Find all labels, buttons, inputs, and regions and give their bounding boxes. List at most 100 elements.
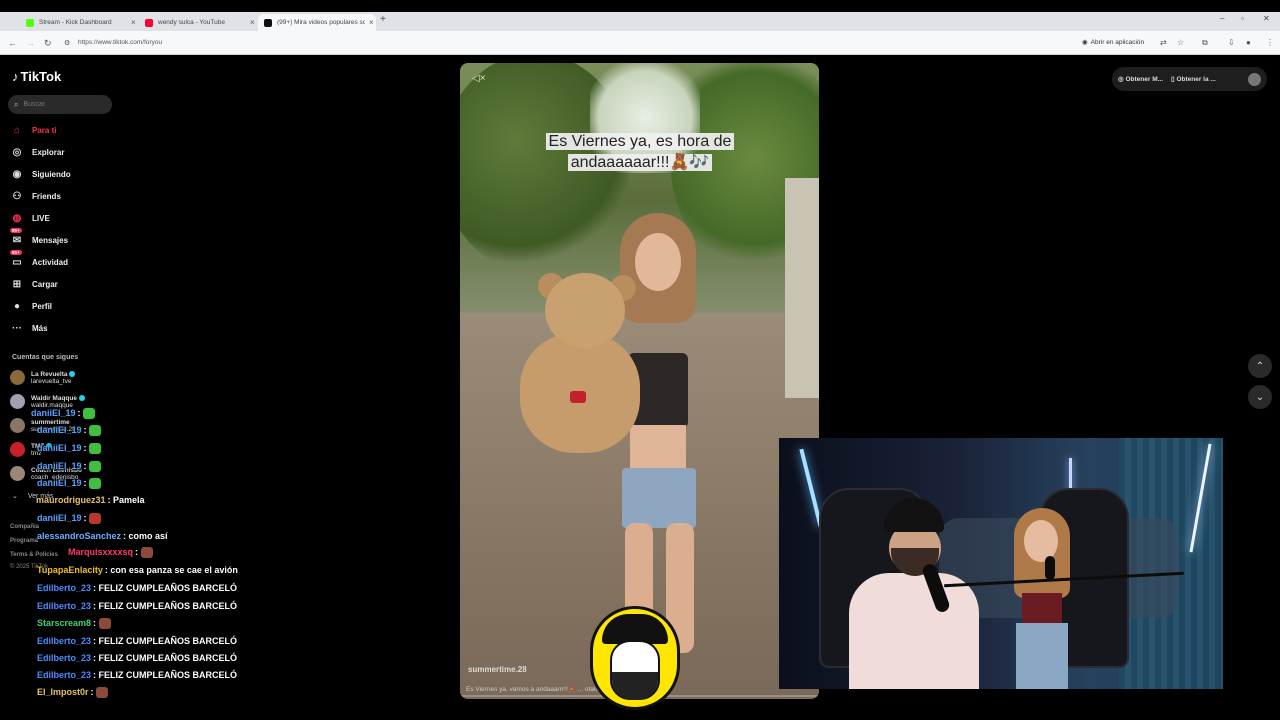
nav-para-ti[interactable]: ⌂ Para ti	[10, 122, 57, 138]
translate-icon[interactable]: ⇄	[1160, 38, 1167, 47]
nav-mensajes[interactable]: ✉ 99+ Mensajes	[10, 228, 68, 248]
followed-account[interactable]: La Revuelta larevuelta_tve	[10, 370, 76, 385]
tab-kick[interactable]: Stream - Kick Dashboard ×	[20, 14, 138, 31]
tab-tiktok[interactable]: (99+) Mira videos populares sobre ×	[258, 14, 376, 31]
followed-account[interactable]: Waldir Maqque waldir.maqque	[10, 394, 85, 409]
previous-video-button[interactable]: ⌃	[1248, 354, 1272, 378]
streamer-logo	[590, 606, 680, 710]
video-username[interactable]: summertime.28	[468, 665, 527, 674]
chat-username[interactable]: daniiEl_19	[31, 408, 76, 418]
minimize-icon[interactable]: –	[1220, 14, 1224, 23]
open-in-app-label: Abrir en aplicación	[1090, 38, 1145, 46]
chat-message: Starscream8:	[37, 618, 111, 630]
chat-username[interactable]: daniiEl_19	[37, 461, 82, 471]
chat-text: FELIZ CUMPLEAÑOS BARCELÓ	[98, 636, 238, 646]
avatar	[10, 442, 25, 457]
footer-link[interactable]: Compañía	[10, 524, 39, 530]
chat-username[interactable]: Starscream8	[37, 618, 91, 628]
footer-link[interactable]: Terms & Policies	[10, 552, 58, 558]
nav-actividad[interactable]: ▭ 99+ Actividad	[10, 250, 69, 270]
chat-username[interactable]: TupapaEnlacity	[37, 565, 103, 575]
next-video-button[interactable]: ⌄	[1248, 385, 1272, 409]
chevron-up-icon: ⌃	[1255, 360, 1265, 372]
tab-youtube[interactable]: wendy sulca - YouTube ×	[139, 14, 257, 31]
chat-text: FELIZ CUMPLEAÑOS BARCELÓ	[98, 583, 238, 593]
chat-username[interactable]: Edilberto_23	[37, 636, 91, 646]
avatar	[10, 370, 25, 385]
chat-username[interactable]: daniiEl_19	[37, 513, 82, 523]
chat-message: El_Impost0r:	[37, 687, 109, 699]
close-icon[interactable]: ×	[369, 18, 374, 27]
site-info-icon[interactable]: ⚙	[64, 39, 70, 47]
search-input[interactable]	[23, 101, 104, 108]
url-field[interactable]: https://www.tiktok.com/foryou	[78, 39, 162, 46]
tiktok-note-icon: ♪	[12, 69, 19, 84]
webcam-overlay	[779, 438, 1223, 689]
chat-text: Pamela	[113, 495, 145, 505]
open-in-app-button[interactable]: ◉ Abrir en aplicación	[1082, 38, 1145, 47]
video-player[interactable]: Es Viernes ya, es hora de andaaaaaar!!!🧸…	[460, 63, 819, 699]
footer-link[interactable]: Programa	[10, 538, 38, 544]
back-icon[interactable]: ←	[8, 38, 17, 48]
following-icon: ◉	[12, 168, 22, 180]
chat-username[interactable]: alessandroSanchez	[37, 531, 121, 541]
chat-username[interactable]: Edilberto_23	[37, 601, 91, 611]
emote-icon	[96, 687, 109, 699]
nav-cargar[interactable]: ⊞ Cargar	[10, 276, 58, 292]
chat-message: daniiEl_19:	[37, 461, 102, 473]
nav-live[interactable]: ◍ LIVE	[10, 210, 50, 226]
avatar	[10, 418, 25, 433]
logo-text: TikTok	[20, 69, 62, 84]
nav-label: Explorar	[32, 147, 65, 157]
nav-perfil[interactable]: ● Perfil	[10, 298, 52, 314]
close-icon[interactable]: ×	[250, 18, 255, 27]
profile-avatar-icon[interactable]: ●	[1246, 38, 1251, 47]
chat-username[interactable]: daniiEl_19	[37, 425, 82, 435]
get-app-button[interactable]: ▯ Obtener la ...	[1171, 75, 1216, 83]
guest	[1004, 508, 1084, 689]
chat-message: daniiEl_19:	[31, 408, 96, 420]
tiktok-logo[interactable]: ♪ TikTok	[12, 69, 61, 84]
downloads-icon[interactable]: ⇩	[1228, 38, 1235, 47]
nav-explorar[interactable]: ◎ Explorar	[10, 144, 65, 160]
chat-message: Marquisxxxxsq:	[68, 547, 153, 559]
nav-friends[interactable]: ⚇ Friends	[10, 188, 61, 204]
nav-mas[interactable]: ··· Más	[10, 320, 48, 336]
close-icon[interactable]: ×	[131, 18, 136, 27]
close-window-icon[interactable]: ✕	[1263, 14, 1270, 23]
menu-kebab-icon[interactable]: ⋮	[1266, 38, 1274, 47]
reload-icon[interactable]: ↻	[44, 38, 52, 49]
chat-username[interactable]: El_Impost0r	[37, 687, 89, 697]
nav-label: Actividad	[32, 257, 69, 267]
nav-siguiendo[interactable]: ◉ Siguiendo	[10, 166, 71, 182]
caption-line: andaaaaaar!!!🧸🎶	[567, 154, 713, 171]
video-caption: Es Viernes ya, es hora de andaaaaaar!!!🧸…	[536, 131, 744, 173]
chat-username[interactable]: Marquisxxxxsq	[68, 547, 133, 557]
chat-username[interactable]: Edilberto_23	[37, 670, 91, 680]
search-box[interactable]: ⌕	[8, 95, 112, 114]
tab-title: (99+) Mira videos populares sobre	[277, 19, 365, 26]
extensions-icon[interactable]: ⧉	[1202, 38, 1208, 48]
tiktok-favicon-icon	[264, 18, 272, 27]
new-tab-icon[interactable]: +	[380, 14, 386, 25]
nav-label: LIVE	[32, 213, 50, 223]
app-icon: ◉	[1082, 39, 1088, 46]
chat-username[interactable]: maurodriguez31	[36, 495, 106, 505]
avatar	[10, 466, 25, 481]
chat-message: daniiEl_19:	[37, 513, 102, 525]
chat-username[interactable]: Edilberto_23	[37, 583, 91, 593]
forward-icon[interactable]: →	[26, 38, 35, 48]
bookmark-star-icon[interactable]: ☆	[1177, 38, 1184, 47]
maximize-icon[interactable]: ▫	[1241, 14, 1244, 23]
chat-text: FELIZ CUMPLEAÑOS BARCELÓ	[98, 601, 238, 611]
get-coins-label: Obtener M...	[1125, 76, 1164, 83]
microphone-icon	[1045, 556, 1055, 580]
mute-icon[interactable]: ◁×	[472, 73, 486, 84]
tab-title: wendy sulca - YouTube	[158, 19, 225, 26]
teddy-bear	[500, 273, 640, 453]
avatar[interactable]	[1248, 72, 1261, 86]
chat-username[interactable]: Edilberto_23	[37, 653, 91, 663]
get-coins-button[interactable]: ◎ Obtener M...	[1118, 75, 1163, 83]
chat-username[interactable]: daniiEl_19	[37, 478, 82, 488]
chat-username[interactable]: daniiEl_19	[37, 443, 82, 453]
